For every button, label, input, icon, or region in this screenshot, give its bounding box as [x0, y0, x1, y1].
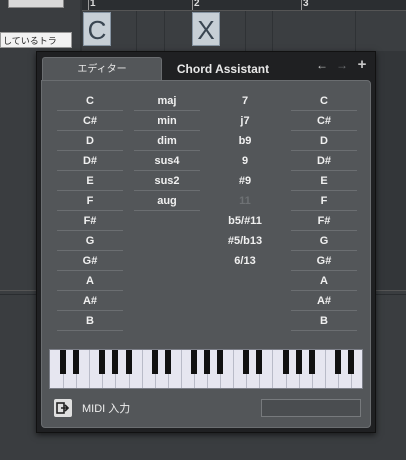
- root-note-item[interactable]: D: [57, 131, 123, 151]
- white-key-divider: [180, 350, 182, 388]
- chord-editor-content: C C# D D# E F F# G G# A A# B maj min dim sus4 sus2 aug 7…: [41, 80, 371, 428]
- bass-note-item[interactable]: F#: [291, 211, 357, 231]
- ruler-number: 3: [303, 0, 309, 9]
- midi-input-icon: [56, 402, 70, 414]
- chord-track-lane[interactable]: [82, 11, 406, 51]
- grid-line: [136, 11, 137, 51]
- ruler-number: 1: [90, 0, 96, 9]
- piano-keyboard[interactable]: [49, 349, 363, 389]
- chord-type-item[interactable]: sus4: [134, 151, 200, 171]
- tension-item[interactable]: 7: [212, 91, 278, 111]
- root-note-item[interactable]: C#: [57, 111, 123, 131]
- white-key-divider: [233, 350, 235, 388]
- chord-type-item[interactable]: maj: [134, 91, 200, 111]
- bass-note-item[interactable]: A: [291, 271, 357, 291]
- root-note-item[interactable]: A#: [57, 291, 123, 311]
- tension-column: 7 j7 b9 9 #9 11 b5/#11 #5/b13 6/13: [212, 91, 278, 271]
- ruler-number: 2: [194, 0, 200, 9]
- tension-item[interactable]: 11: [212, 191, 278, 211]
- back-arrow-icon[interactable]: ←: [315, 58, 329, 72]
- tension-item[interactable]: b5/#11: [212, 211, 278, 231]
- bass-note-item[interactable]: C#: [291, 111, 357, 131]
- black-key[interactable]: [256, 350, 263, 374]
- midi-input-display: [261, 399, 361, 417]
- root-note-item[interactable]: E: [57, 171, 123, 191]
- chord-type-item[interactable]: aug: [134, 191, 200, 211]
- midi-input-button[interactable]: [54, 399, 72, 417]
- black-key[interactable]: [99, 350, 106, 374]
- chord-type-item[interactable]: sus2: [134, 171, 200, 191]
- ruler-tick: [301, 0, 302, 10]
- black-key[interactable]: [295, 350, 302, 374]
- add-icon[interactable]: +: [355, 57, 369, 72]
- root-note-item[interactable]: G#: [57, 251, 123, 271]
- ruler-tick: [192, 0, 193, 10]
- bass-note-item[interactable]: G#: [291, 251, 357, 271]
- ruler-tick: [88, 0, 89, 10]
- tension-item[interactable]: j7: [212, 111, 278, 131]
- bass-note-item[interactable]: C: [291, 91, 357, 111]
- root-note-column: C C# D D# E F F# G G# A A# B: [57, 91, 123, 331]
- black-key[interactable]: [204, 350, 210, 374]
- bass-note-item[interactable]: F: [291, 191, 357, 211]
- root-note-item[interactable]: F#: [57, 211, 123, 231]
- tension-item[interactable]: 9: [212, 151, 278, 171]
- grid-line: [355, 11, 356, 51]
- grid-line: [272, 11, 273, 51]
- root-note-item[interactable]: G: [57, 231, 123, 251]
- black-key[interactable]: [217, 350, 224, 374]
- black-key[interactable]: [347, 350, 354, 374]
- track-header-button[interactable]: [8, 0, 64, 8]
- timeline-ruler[interactable]: 1 2 3: [82, 0, 406, 11]
- root-note-item[interactable]: F: [57, 191, 123, 211]
- tab-editor[interactable]: エディター: [42, 57, 162, 82]
- chord-type-column: maj min dim sus4 sus2 aug: [134, 91, 200, 211]
- white-key-divider: [141, 350, 143, 388]
- black-key[interactable]: [125, 350, 132, 374]
- bass-note-item[interactable]: D#: [291, 151, 357, 171]
- bass-note-item[interactable]: D: [291, 131, 357, 151]
- midi-input-label: MIDI 入力: [82, 403, 131, 415]
- bass-note-item[interactable]: A#: [291, 291, 357, 311]
- root-note-item[interactable]: B: [57, 311, 123, 331]
- white-key-divider: [272, 350, 274, 388]
- forward-arrow-icon[interactable]: →: [335, 58, 349, 72]
- tension-item[interactable]: b9: [212, 131, 278, 151]
- root-note-item[interactable]: C: [57, 91, 123, 111]
- black-key[interactable]: [308, 350, 315, 374]
- chord-event[interactable]: C: [83, 12, 111, 46]
- black-key[interactable]: [243, 350, 250, 374]
- chord-event[interactable]: X: [192, 12, 220, 46]
- root-note-item[interactable]: D#: [57, 151, 123, 171]
- grid-line: [245, 11, 246, 51]
- root-note-item[interactable]: A: [57, 271, 123, 291]
- black-key[interactable]: [190, 350, 197, 374]
- black-key[interactable]: [112, 350, 119, 374]
- bass-note-item[interactable]: B: [291, 311, 357, 331]
- chord-editor-panel: エディター Chord Assistant ← → + C C# D D# E F F# G G…: [36, 51, 376, 433]
- white-key-divider: [324, 350, 326, 388]
- track-name-label: しているトラ: [0, 32, 72, 48]
- black-key[interactable]: [282, 350, 289, 374]
- bass-note-item[interactable]: G: [291, 231, 357, 251]
- chord-type-item[interactable]: dim: [134, 131, 200, 151]
- bass-note-column: C C# D D# E F F# G G# A A# B: [291, 91, 357, 331]
- white-key-divider: [89, 350, 91, 388]
- black-key[interactable]: [164, 350, 171, 374]
- tension-item[interactable]: #9: [212, 171, 278, 191]
- black-key[interactable]: [334, 350, 341, 374]
- black-key[interactable]: [73, 350, 80, 374]
- chord-type-item[interactable]: min: [134, 111, 200, 131]
- tab-chord-assistant[interactable]: Chord Assistant: [165, 57, 281, 81]
- tension-item[interactable]: 6/13: [212, 251, 278, 271]
- grid-line: [164, 11, 165, 51]
- tension-item[interactable]: #5/b13: [212, 231, 278, 251]
- black-key[interactable]: [151, 350, 158, 374]
- black-key[interactable]: [60, 350, 67, 374]
- bass-note-item[interactable]: E: [291, 171, 357, 191]
